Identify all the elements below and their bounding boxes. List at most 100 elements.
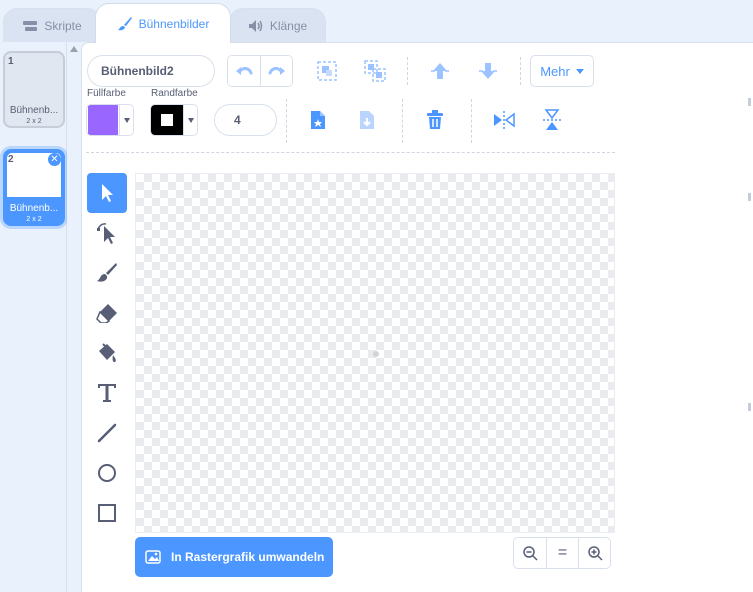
flip-horizontal-icon xyxy=(494,111,515,129)
fill-tool[interactable] xyxy=(87,333,127,373)
edge-marker xyxy=(748,403,751,411)
undo-icon xyxy=(236,67,253,75)
text-tool[interactable] xyxy=(87,373,127,413)
zoom-out-icon xyxy=(523,546,538,561)
paste-button[interactable] xyxy=(351,104,383,136)
eraser-icon xyxy=(96,304,117,323)
redo-icon xyxy=(268,67,285,75)
costume-list: 1 Bühnenb... 2 x 2 2 ✕ Bühnenb... 2 x 2 xyxy=(0,42,67,592)
tab-label: Klänge xyxy=(269,18,308,33)
flip-vertical-button[interactable] xyxy=(536,104,568,136)
arrow-up-icon xyxy=(431,63,449,79)
more-dropdown-button[interactable]: Mehr xyxy=(530,55,594,87)
costume-size: 2 x 2 xyxy=(26,216,42,223)
zoom-in-button[interactable] xyxy=(578,538,610,568)
costume-item-2[interactable]: 2 ✕ Bühnenb... 2 x 2 xyxy=(3,149,65,226)
more-label: Mehr xyxy=(540,63,570,79)
group-button[interactable] xyxy=(311,55,343,87)
costume-item-1[interactable]: 1 Bühnenb... 2 x 2 xyxy=(3,51,65,128)
line-tool[interactable] xyxy=(87,413,127,453)
costume-number: 2 xyxy=(8,154,14,165)
code-icon xyxy=(23,20,38,31)
fill-label: Füllfarbe xyxy=(87,88,126,99)
tab-sounds[interactable]: Klänge xyxy=(229,8,326,42)
backward-button[interactable] xyxy=(472,55,504,87)
copy-icon xyxy=(311,111,325,129)
zoom-controls: = xyxy=(513,537,611,569)
outline-dropdown[interactable] xyxy=(183,105,197,135)
tab-bar: Skripte Bühnenbilder Klänge xyxy=(0,0,753,43)
paint-bucket-icon xyxy=(99,343,116,363)
zoom-in-icon xyxy=(587,546,603,561)
rectangle-icon xyxy=(98,504,116,522)
paste-icon xyxy=(360,111,374,129)
edge-marker xyxy=(748,98,751,106)
tab-label: Bühnenbilder xyxy=(138,16,210,31)
eraser-tool[interactable] xyxy=(87,293,127,333)
caret-down-icon xyxy=(187,117,194,123)
undo-redo-group xyxy=(227,55,293,87)
divider xyxy=(471,99,472,143)
ungroup-button[interactable] xyxy=(359,55,391,87)
circle-tool[interactable] xyxy=(87,453,127,493)
fill-color-swatch xyxy=(88,105,118,135)
arrow-down-icon xyxy=(479,63,497,79)
ungroup-icon xyxy=(364,60,386,82)
paint-editor: Bühnenbild2 Mehr Füllfarbe Randfarbe 4 I… xyxy=(81,42,753,592)
forward-button[interactable] xyxy=(424,55,456,87)
fill-dropdown[interactable] xyxy=(119,105,133,135)
zoom-reset-button[interactable]: = xyxy=(546,538,578,568)
brush-tool[interactable] xyxy=(87,253,127,293)
line-icon xyxy=(97,423,117,443)
convert-to-bitmap-button[interactable]: In Rastergrafik umwandeln xyxy=(135,537,333,577)
circle-icon xyxy=(98,464,116,482)
convert-label: In Rastergrafik umwandeln xyxy=(171,550,325,564)
scroll-up-arrow-icon[interactable] xyxy=(70,46,78,52)
paintbrush-icon xyxy=(97,263,117,282)
caret-down-icon xyxy=(123,117,130,123)
speaker-icon xyxy=(248,19,263,32)
delete-costume-button[interactable]: ✕ xyxy=(48,153,61,166)
reshape-tool[interactable] xyxy=(87,213,127,253)
tab-code[interactable]: Skripte xyxy=(3,8,101,42)
costume-size: 2 x 2 xyxy=(26,118,42,125)
zoom-reset-label: = xyxy=(557,544,568,561)
arrow-pointer-icon xyxy=(102,184,113,202)
flip-vertical-icon xyxy=(543,109,561,130)
redo-button[interactable] xyxy=(260,56,292,86)
trash-icon xyxy=(427,110,443,129)
tab-costumes[interactable]: Bühnenbilder xyxy=(95,3,231,43)
outline-width-input[interactable]: 4 xyxy=(214,104,277,136)
group-icon xyxy=(317,61,337,81)
image-icon xyxy=(145,550,161,564)
fill-color-picker[interactable] xyxy=(86,104,134,136)
rectangle-tool[interactable] xyxy=(87,493,127,533)
tab-label: Skripte xyxy=(44,18,82,33)
costume-number: 1 xyxy=(8,56,14,67)
flip-horizontal-button[interactable] xyxy=(488,104,520,136)
delete-button[interactable] xyxy=(419,104,451,136)
drawing-canvas[interactable] xyxy=(135,173,615,533)
divider xyxy=(286,99,287,143)
divider xyxy=(520,57,521,85)
caret-down-icon xyxy=(575,68,584,74)
zoom-out-button[interactable] xyxy=(514,538,546,568)
canvas-center-marker-icon xyxy=(373,351,379,357)
reshape-icon xyxy=(97,223,115,244)
toolbar-divider xyxy=(86,152,615,153)
outline-color-swatch xyxy=(161,114,173,126)
outline-color-picker[interactable] xyxy=(150,104,198,136)
copy-button[interactable] xyxy=(302,104,334,136)
costume-name: Bühnenb... xyxy=(9,203,59,214)
costume-name: Bühnenb... xyxy=(9,105,59,116)
paintbrush-icon xyxy=(117,16,132,30)
outline-label: Randfarbe xyxy=(151,88,198,99)
costume-list-scrollbar[interactable] xyxy=(67,42,81,592)
divider xyxy=(407,57,408,85)
costume-name-input[interactable]: Bühnenbild2 xyxy=(87,55,215,87)
edge-marker xyxy=(748,193,751,201)
divider xyxy=(402,99,403,143)
text-icon xyxy=(98,384,116,402)
select-tool[interactable] xyxy=(87,173,127,213)
undo-button[interactable] xyxy=(228,56,260,86)
